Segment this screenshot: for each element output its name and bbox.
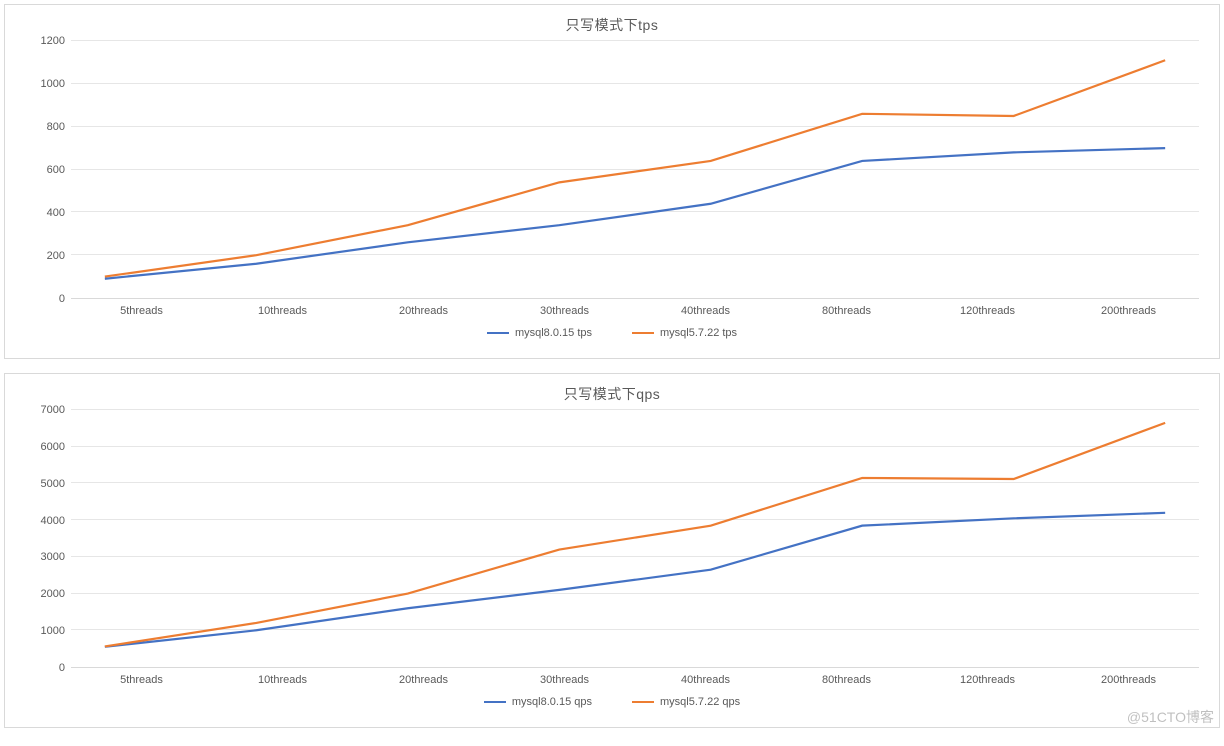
legend-item: mysql8.0.15 qps <box>484 696 592 708</box>
series-mysql8015-qps <box>105 513 1165 647</box>
series-mysql5722-qps <box>105 423 1165 647</box>
y-axis: 1200 1000 800 600 400 200 0 <box>25 41 71 299</box>
plot-row: 7000 6000 5000 4000 3000 2000 1000 0 <box>25 410 1199 668</box>
x-tick: 120threads <box>917 674 1058 686</box>
legend-label: mysql5.7.22 qps <box>660 696 740 708</box>
x-tick: 30threads <box>494 674 635 686</box>
legend: mysql8.0.15 tps mysql5.7.22 tps <box>25 327 1199 339</box>
line-svg <box>71 41 1199 298</box>
x-tick: 20threads <box>353 674 494 686</box>
x-tick: 5threads <box>71 674 212 686</box>
legend-label: mysql8.0.15 tps <box>515 327 592 339</box>
legend-swatch <box>632 701 654 703</box>
legend-item: mysql5.7.22 qps <box>632 696 740 708</box>
x-tick: 80threads <box>776 305 917 317</box>
plot-area <box>71 410 1199 668</box>
chart-title: 只写模式下qps <box>25 384 1199 404</box>
legend-item: mysql5.7.22 tps <box>632 327 737 339</box>
x-tick: 200threads <box>1058 305 1199 317</box>
series-mysql5722-tps <box>105 60 1165 276</box>
legend-label: mysql8.0.15 qps <box>512 696 592 708</box>
x-tick: 5threads <box>71 305 212 317</box>
legend: mysql8.0.15 qps mysql5.7.22 qps <box>25 696 1199 708</box>
x-tick: 10threads <box>212 674 353 686</box>
y-axis: 7000 6000 5000 4000 3000 2000 1000 0 <box>25 410 71 668</box>
x-tick: 120threads <box>917 305 1058 317</box>
x-tick: 40threads <box>635 305 776 317</box>
x-tick: 40threads <box>635 674 776 686</box>
chart-qps: 只写模式下qps 7000 6000 5000 4000 3000 2000 1… <box>4 373 1220 728</box>
plot-row: 1200 1000 800 600 400 200 0 <box>25 41 1199 299</box>
legend-swatch <box>484 701 506 703</box>
legend-swatch <box>487 332 509 334</box>
legend-label: mysql5.7.22 tps <box>660 327 737 339</box>
chart-tps: 只写模式下tps 1200 1000 800 600 400 200 0 5th… <box>4 4 1220 359</box>
x-tick: 200threads <box>1058 674 1199 686</box>
x-tick: 80threads <box>776 674 917 686</box>
line-svg <box>71 410 1199 667</box>
series-mysql8015-tps <box>105 148 1165 279</box>
x-axis: 5threads 10threads 20threads 30threads 4… <box>71 668 1199 686</box>
watermark: @51CTO博客 <box>1127 707 1214 727</box>
chart-title: 只写模式下tps <box>25 15 1199 35</box>
x-axis: 5threads 10threads 20threads 30threads 4… <box>71 299 1199 317</box>
legend-item: mysql8.0.15 tps <box>487 327 592 339</box>
x-tick: 30threads <box>494 305 635 317</box>
x-tick: 10threads <box>212 305 353 317</box>
legend-swatch <box>632 332 654 334</box>
x-tick: 20threads <box>353 305 494 317</box>
plot-area <box>71 41 1199 299</box>
